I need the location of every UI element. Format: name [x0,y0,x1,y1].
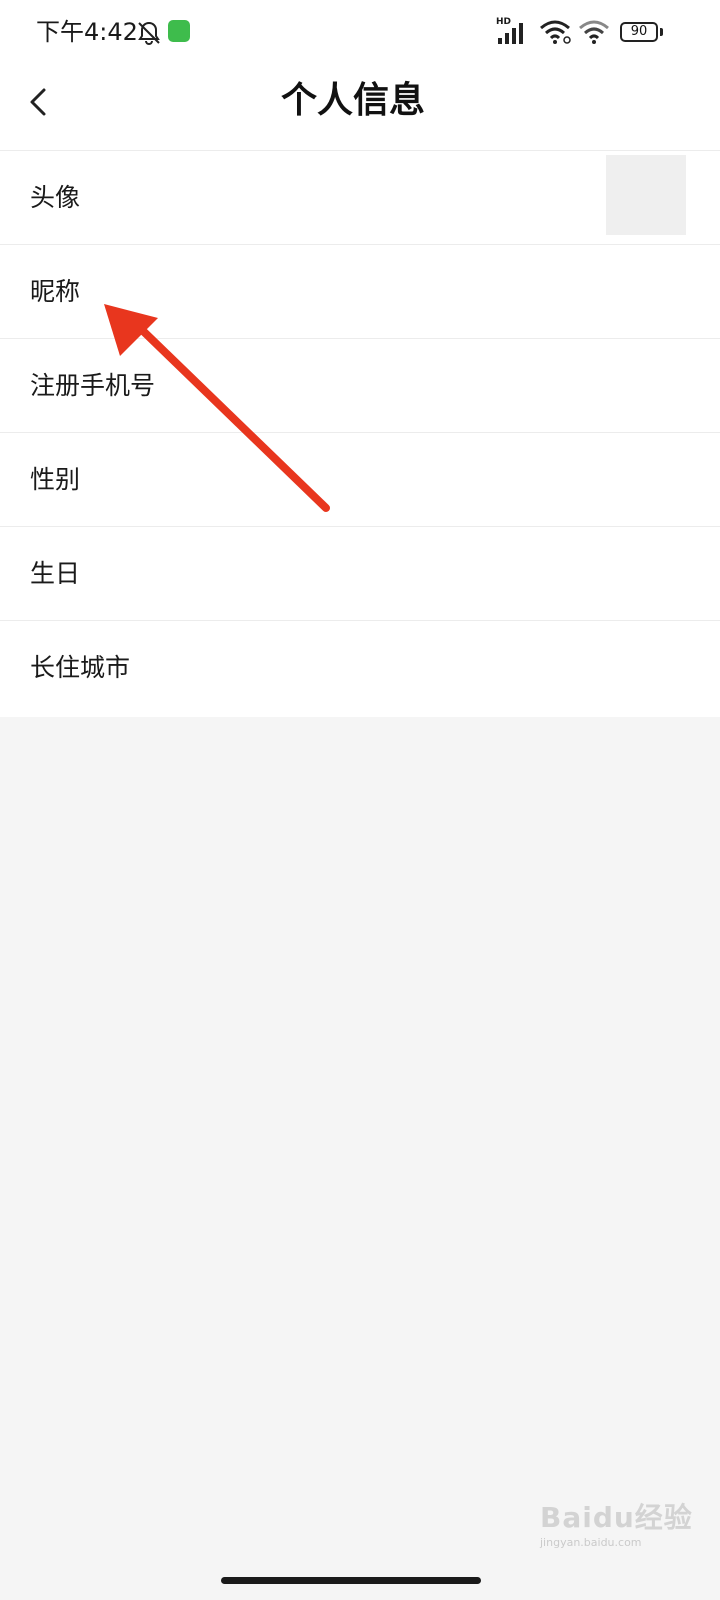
home-indicator[interactable] [221,1577,481,1584]
battery-level: 90 [630,24,648,39]
item-label-city: 长住城市 [30,653,131,682]
battery-tip [660,28,663,36]
item-label-birthday: 生日 [30,559,81,588]
wifi-link-icon [540,20,571,44]
app-notification-icon [168,20,190,42]
baidu-jingyan-watermark: Baidu经验 jingyan.baidu.com [540,1496,710,1558]
watermark-brand: Baidu经验 [540,1501,693,1534]
signal-icon [498,23,523,44]
list-item-avatar[interactable]: 头像 [0,151,720,245]
status-bar: 下午4:42 HD 90 [0,0,720,64]
watermark-url: jingyan.baidu.com [540,1536,642,1549]
list-item-nickname[interactable]: 昵称 [0,245,720,339]
page-header: 个人信息 [0,64,720,150]
item-label-nickname: 昵称 [30,277,81,306]
page-title: 个人信息 [280,80,425,121]
list-item-gender[interactable]: 性别 [0,433,720,527]
item-label-gender: 性别 [30,465,81,494]
list-item-birthday[interactable]: 生日 [0,527,720,621]
status-time: 下午4:42 [36,18,138,46]
profile-info-list: 头像 昵称 注册手机号 性别 生日 长住城市 [0,150,720,717]
avatar[interactable] [606,155,686,235]
list-item-phone[interactable]: 注册手机号 [0,339,720,433]
wifi-icon [579,20,609,44]
item-label-phone: 注册手机号 [30,371,156,400]
bell-off-icon [138,21,160,46]
list-item-city[interactable]: 长住城市 [0,621,720,717]
item-label-avatar: 头像 [30,183,81,212]
